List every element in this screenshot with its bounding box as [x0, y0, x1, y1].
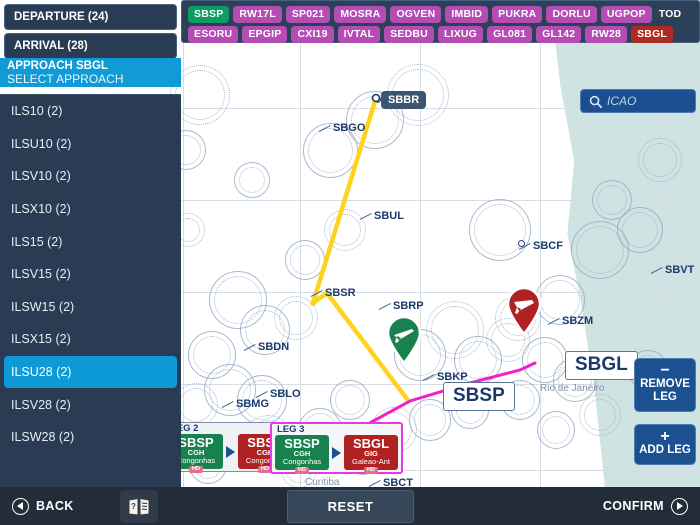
flightplan-waypoint-chip[interactable]: CXI19: [291, 26, 333, 43]
arrival-button[interactable]: ARRIVAL (28): [4, 33, 177, 59]
approach-header[interactable]: APPROACH SBGL SELECT APPROACH: [0, 58, 181, 87]
map-airport-label[interactable]: SBRP: [393, 300, 424, 312]
flightplan-waypoint-chip[interactable]: EPGIP: [242, 26, 287, 43]
back-button[interactable]: BACK: [12, 487, 74, 525]
map-selected-airport-label[interactable]: SBGL: [565, 351, 638, 380]
hd-scenery-badge: HD: [189, 466, 203, 473]
approach-list-item[interactable]: ILSV15 (2): [0, 258, 181, 291]
map-airport-label[interactable]: SBZM: [562, 315, 593, 327]
flightplan-waypoint-chip[interactable]: IMBID: [445, 6, 488, 23]
icao-search-box[interactable]: ICAO: [580, 89, 696, 113]
arrow-right-icon: [332, 447, 341, 459]
map-airport-label[interactable]: SBCT: [383, 477, 413, 487]
departure-airport-pin[interactable]: [385, 316, 423, 364]
reset-label: RESET: [328, 499, 374, 514]
approach-list-item[interactable]: ILSU28 (2): [4, 356, 177, 389]
map-airport-label[interactable]: SBLO: [270, 388, 301, 400]
approach-list-item[interactable]: ILSX15 (2): [0, 323, 181, 356]
map-waypoint-badge[interactable]: SBBR: [381, 91, 426, 109]
reset-button[interactable]: RESET: [287, 490, 414, 523]
flight-plan-screen: SBGO SBUL SBCF SBVT SBSR SBRP SBZM SBDN SBLOSBMG…: [0, 0, 700, 525]
approach-list-item[interactable]: ILSX10 (2): [0, 193, 181, 226]
add-leg-button[interactable]: + ADD LEG: [634, 424, 696, 465]
leg-airport-box[interactable]: SBGLGIGGaleao-AntHD: [344, 435, 398, 470]
plus-icon: +: [635, 429, 695, 444]
leg-airport-city: Congonhas: [275, 458, 329, 466]
map-airport-label[interactable]: SBDN: [258, 341, 289, 353]
flightplan-waypoint-chip[interactable]: GL142: [536, 26, 581, 43]
approach-subtitle: SELECT APPROACH: [7, 73, 181, 86]
book-help-icon: ?: [128, 497, 150, 517]
flightplan-waypoint-chip[interactable]: IVTAL: [338, 26, 381, 43]
map-airport-label[interactable]: SBMG: [236, 398, 269, 410]
arrival-airport-pin[interactable]: [505, 287, 543, 335]
flightplan-waypoint-chip[interactable]: OGVEN: [390, 6, 441, 23]
approach-title: APPROACH SBGL: [7, 60, 181, 73]
minus-icon: −: [635, 363, 695, 378]
map-airport-label[interactable]: Rio de Janeiro: [540, 383, 604, 394]
search-icon: [589, 95, 602, 108]
add-leg-label: ADD LEG: [635, 444, 695, 457]
remove-leg-label-2: LEG: [635, 391, 695, 404]
approach-list-item[interactable]: ILSU10 (2): [0, 128, 181, 161]
flightplan-waypoint-chip[interactable]: RW17L: [233, 6, 281, 23]
flightplan-waypoint-chip[interactable]: TOD: [656, 6, 685, 23]
remove-leg-button[interactable]: − REMOVE LEG: [634, 358, 696, 412]
flightplan-waypoint-chip[interactable]: MOSRA: [334, 6, 386, 23]
flightplan-waypoint-chip[interactable]: LIXUG: [438, 26, 483, 43]
approach-list-item[interactable]: ILSV28 (2): [0, 388, 181, 421]
back-label: BACK: [36, 499, 74, 513]
approach-list-item[interactable]: ILSW28 (2): [0, 421, 181, 454]
leg-airport-city: Galeao-Ant: [344, 458, 398, 466]
flightplan-waypoint-chip[interactable]: SBGL: [631, 26, 673, 43]
confirm-label: CONFIRM: [603, 499, 664, 513]
map-airport-label[interactable]: SBCF: [533, 240, 563, 252]
chevron-right-icon: [671, 498, 688, 515]
flightplan-waypoint-chip[interactable]: GL081: [487, 26, 532, 43]
arrival-label: ARRIVAL (28): [14, 40, 88, 52]
map-airport-label[interactable]: SBGO: [333, 122, 365, 134]
flightplan-waypoint-chip[interactable]: SP021: [286, 6, 331, 23]
approach-list-item[interactable]: ILS10 (2): [0, 95, 181, 128]
map-airport-label[interactable]: SBSR: [325, 287, 356, 299]
flightplan-waypoint-chip[interactable]: UGPOP: [601, 6, 652, 23]
leg-airport-row: SBSPCGHCongonhasHD SBGLGIGGaleao-AntHD: [275, 435, 398, 470]
approach-list-item[interactable]: ILS15 (2): [0, 225, 181, 258]
hd-scenery-badge: HD: [295, 467, 309, 474]
approach-sidebar: DEPARTURE (24) ARRIVAL (28) APPROACH SBG…: [0, 0, 181, 487]
icao-search-placeholder: ICAO: [607, 94, 636, 108]
chevron-left-icon: [12, 498, 29, 515]
svg-text:?: ?: [131, 502, 136, 511]
flightplan-waypoint-chip[interactable]: SBSP: [188, 6, 229, 23]
leg-airport-box[interactable]: SBSPCGHCongonhasHD: [275, 435, 329, 470]
remove-leg-label-1: REMOVE: [635, 378, 695, 391]
flightplan-waypoint-chip[interactable]: DORLU: [546, 6, 596, 23]
approach-list-item[interactable]: ILSW15 (2): [0, 291, 181, 324]
map-airport-label[interactable]: SBVT: [665, 264, 694, 276]
leg-card[interactable]: LEG 3SBSPCGHCongonhasHD SBGLGIGGaleao-Ant…: [270, 422, 403, 474]
map-selected-airport-label[interactable]: SBSP: [443, 382, 515, 411]
approach-list-item[interactable]: ILSV10 (2): [0, 160, 181, 193]
flightplan-waypoint-chip[interactable]: SEDBU: [384, 26, 434, 43]
approach-list[interactable]: ILS10 (2)ILSU10 (2)ILSV10 (2)ILSX10 (2)I…: [0, 94, 181, 488]
manual-help-button[interactable]: ?: [120, 490, 158, 523]
confirm-button[interactable]: CONFIRM: [603, 487, 688, 525]
arrow-right-icon: [226, 446, 235, 458]
departure-button[interactable]: DEPARTURE (24): [4, 4, 177, 30]
flightplan-waypoint-bar[interactable]: SBSPRW17L SP021MOSRAOGVENIMBIDPUKRADORLU U…: [181, 0, 700, 43]
hd-scenery-badge: HD: [364, 467, 378, 474]
map-airport-label[interactable]: SBUL: [374, 210, 404, 222]
flightplan-waypoint-chip[interactable]: PUKRA: [492, 6, 542, 23]
flightplan-waypoint-chip[interactable]: ESORU: [188, 26, 238, 43]
map-airport-label[interactable]: Curitiba: [305, 477, 339, 487]
leg-title: LEG 3: [275, 425, 398, 435]
flightplan-waypoint-chip[interactable]: RW28: [585, 26, 627, 43]
departure-label: DEPARTURE (24): [14, 11, 108, 23]
